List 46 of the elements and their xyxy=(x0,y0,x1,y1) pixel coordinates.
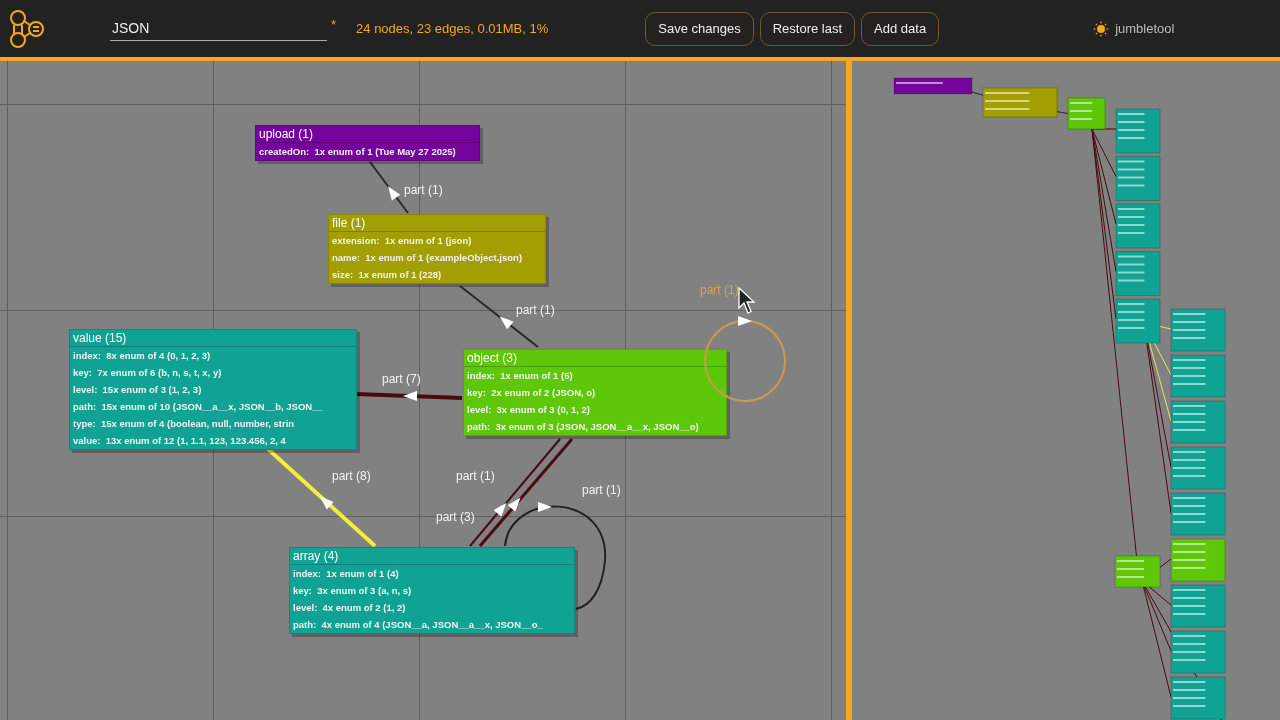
edge-label: part (1) xyxy=(516,303,555,317)
node-field: level: 4x enum of 2 (1, 2) xyxy=(290,599,574,616)
edge-label: part (1) xyxy=(700,283,739,297)
node-title: object (3) xyxy=(464,350,726,367)
node-field: extension: 1x enum of 1 (json) xyxy=(329,232,545,249)
node-field: size: 1x enum of 1 (228) xyxy=(329,266,545,283)
node-title: file (1) xyxy=(329,215,545,232)
edge-label: part (1) xyxy=(582,483,621,497)
node-title: value (15) xyxy=(70,330,356,347)
node-field: key: 2x enum of 2 (JSON, o) xyxy=(464,384,726,401)
edge-label: part (7) xyxy=(382,372,421,386)
node-field: path: 15x enum of 10 (JSON__a__x, JSON__b, JSON__ xyxy=(70,398,356,415)
edge-label: part (3) xyxy=(436,510,475,524)
node-field: key: 3x enum of 3 (a, n, s) xyxy=(290,582,574,599)
node-field: index: 1x enum of 1 (4) xyxy=(290,565,574,582)
node-field: path: 4x enum of 4 (JSON__a, JSON__a__x, JSON__o_ xyxy=(290,616,574,633)
node-field: level: 3x enum of 3 (0, 1, 2) xyxy=(464,401,726,418)
node-field: path: 3x enum of 3 (JSON, JSON__a__x, JSON__o) xyxy=(464,418,726,435)
cursor-icon xyxy=(738,287,758,315)
edge-label: part (8) xyxy=(332,469,371,483)
edge-line[interactable] xyxy=(355,391,463,401)
filename-field[interactable]: JSON xyxy=(110,16,327,41)
toolbar-button[interactable]: Add data xyxy=(861,11,940,46)
brand-name: jumbletool xyxy=(1115,21,1175,36)
node-field: level: 15x enum of 3 (1, 2, 3) xyxy=(70,381,356,398)
edge-label: part (1) xyxy=(456,469,495,483)
node-field: name: 1x enum of 1 (exampleObject.json) xyxy=(329,249,545,266)
node-field: value: 13x enum of 12 (1, 1.1, 123, 123.456, 2, 4 xyxy=(70,432,356,449)
edge-label: part (1) xyxy=(404,183,443,197)
sun-icon[interactable] xyxy=(1093,20,1110,37)
node-field: index: 8x enum of 4 (0, 1, 2, 3) xyxy=(70,347,356,364)
node-field: index: 1x enum of 1 (5) xyxy=(464,367,726,384)
node-title: array (4) xyxy=(290,548,574,565)
node-field: type: 15x enum of 4 (boolean, null, number, strin xyxy=(70,415,356,432)
edge-line[interactable] xyxy=(478,438,574,547)
node-card[interactable] xyxy=(69,329,357,450)
toolbar-button[interactable]: Restore last xyxy=(759,11,856,46)
node-field: createdOn: 1x enum of 1 (Tue May 27 2025) xyxy=(256,143,479,160)
edge-line[interactable] xyxy=(459,285,539,348)
unsaved-mark: * xyxy=(331,17,337,32)
graph-stats: 24 nodes, 23 edges, 0.01MB, 1% xyxy=(356,21,549,36)
logo-icon[interactable] xyxy=(7,8,47,49)
node-field: key: 7x enum of 6 (b, n, s, t, x, y) xyxy=(70,364,356,381)
toolbar-button[interactable]: Save changes xyxy=(645,11,754,46)
node-title: upload (1) xyxy=(256,126,479,143)
node-card[interactable]: upload (1) createdOn: 1x enum of 1 (Tue May 27 2025) xyxy=(255,125,480,161)
